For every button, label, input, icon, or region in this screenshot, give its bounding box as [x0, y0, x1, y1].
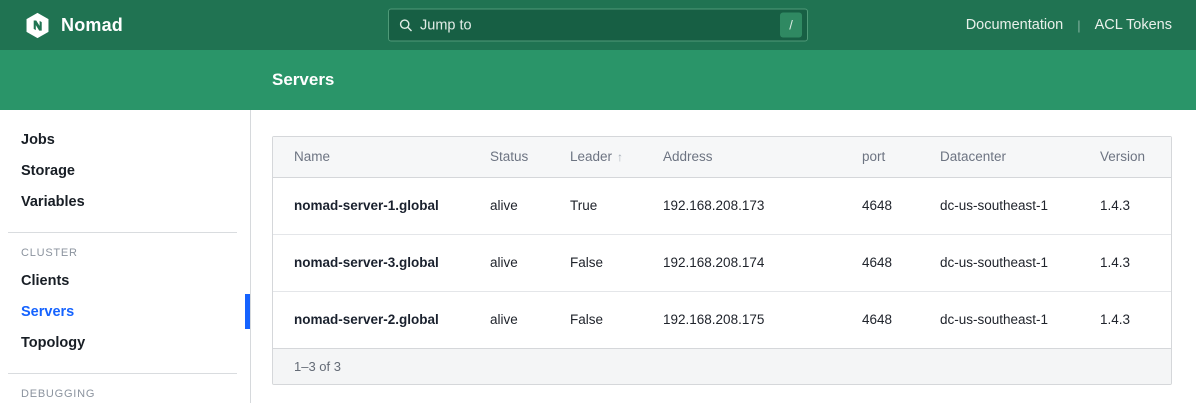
cell-version: 1.4.3: [1100, 234, 1171, 291]
acl-tokens-link[interactable]: ACL Tokens: [1095, 17, 1172, 33]
servers-table: Name Status Leader ↑ Address port Datacen…: [273, 137, 1171, 348]
slash-shortcut-badge: /: [780, 13, 802, 38]
sidebar: Jobs Storage Variables CLUSTER Clients S…: [0, 110, 251, 403]
cell-leader: False: [570, 291, 663, 348]
nomad-logo-icon: [24, 12, 51, 39]
sidebar-section-debugging: DEBUGGING: [21, 388, 250, 400]
search-input[interactable]: [420, 17, 780, 33]
search-icon: [399, 18, 413, 32]
column-header-status[interactable]: Status: [490, 137, 570, 177]
sidebar-item-storage[interactable]: Storage: [0, 155, 250, 186]
page-title: Servers: [272, 70, 334, 90]
column-header-leader[interactable]: Leader ↑: [570, 137, 663, 177]
column-header-port[interactable]: port: [862, 137, 940, 177]
cell-address: 192.168.208.175: [663, 291, 862, 348]
cell-port: 4648: [862, 177, 940, 234]
sidebar-item-label: Clients: [21, 273, 69, 289]
cell-name: nomad-server-3.global: [273, 234, 490, 291]
sidebar-item-variables[interactable]: Variables: [0, 186, 250, 217]
sidebar-item-servers[interactable]: Servers: [0, 296, 250, 327]
cell-leader: True: [570, 177, 663, 234]
cell-datacenter: dc-us-southeast-1: [940, 291, 1100, 348]
navbar-links: Documentation | ACL Tokens: [966, 17, 1172, 33]
nav-links-divider: |: [1063, 18, 1094, 33]
sidebar-item-label: Topology: [21, 335, 85, 351]
servers-table-card: Name Status Leader ↑ Address port Datacen…: [272, 136, 1172, 385]
brand-name: Nomad: [61, 15, 123, 36]
cell-address: 192.168.208.174: [663, 234, 862, 291]
cell-port: 4648: [862, 234, 940, 291]
sidebar-item-clients[interactable]: Clients: [0, 265, 250, 296]
sort-asc-icon: ↑: [617, 150, 623, 164]
cell-status: alive: [490, 234, 570, 291]
cell-port: 4648: [862, 291, 940, 348]
sidebar-divider: [8, 232, 237, 233]
cell-status: alive: [490, 291, 570, 348]
column-header-datacenter[interactable]: Datacenter: [940, 137, 1100, 177]
column-header-label: Leader: [570, 149, 612, 164]
nomad-brand-link[interactable]: Nomad: [24, 12, 123, 39]
column-header-name[interactable]: Name: [273, 137, 490, 177]
cell-leader: False: [570, 234, 663, 291]
sidebar-divider: [8, 373, 237, 374]
top-navbar: Nomad / Documentation | ACL Tokens: [0, 0, 1196, 50]
table-header-row: Name Status Leader ↑ Address port Datacen…: [273, 137, 1171, 177]
sidebar-item-jobs[interactable]: Jobs: [0, 124, 250, 155]
cell-address: 192.168.208.173: [663, 177, 862, 234]
column-header-address[interactable]: Address: [663, 137, 862, 177]
page-header: Servers: [0, 50, 1196, 110]
sidebar-item-label: Variables: [21, 194, 85, 210]
sidebar-item-label: Servers: [21, 304, 74, 320]
table-row[interactable]: nomad-server-3.global alive False 192.16…: [273, 234, 1171, 291]
layout: Jobs Storage Variables CLUSTER Clients S…: [0, 110, 1196, 403]
cell-version: 1.4.3: [1100, 291, 1171, 348]
jump-to-search[interactable]: /: [388, 9, 808, 42]
cell-datacenter: dc-us-southeast-1: [940, 177, 1100, 234]
column-header-version[interactable]: Version: [1100, 137, 1171, 177]
cell-datacenter: dc-us-southeast-1: [940, 234, 1100, 291]
sidebar-section-cluster: CLUSTER: [21, 247, 250, 259]
table-row[interactable]: nomad-server-2.global alive False 192.16…: [273, 291, 1171, 348]
sidebar-item-topology[interactable]: Topology: [0, 327, 250, 358]
documentation-link[interactable]: Documentation: [966, 17, 1064, 33]
cell-name: nomad-server-2.global: [273, 291, 490, 348]
main-content: Name Status Leader ↑ Address port Datacen…: [251, 110, 1196, 403]
pagination-summary: 1–3 of 3: [273, 348, 1171, 384]
sidebar-item-label: Storage: [21, 163, 75, 179]
cell-status: alive: [490, 177, 570, 234]
cell-version: 1.4.3: [1100, 177, 1171, 234]
sidebar-item-label: Jobs: [21, 132, 55, 148]
table-row[interactable]: nomad-server-1.global alive True 192.168…: [273, 177, 1171, 234]
cell-name: nomad-server-1.global: [273, 177, 490, 234]
